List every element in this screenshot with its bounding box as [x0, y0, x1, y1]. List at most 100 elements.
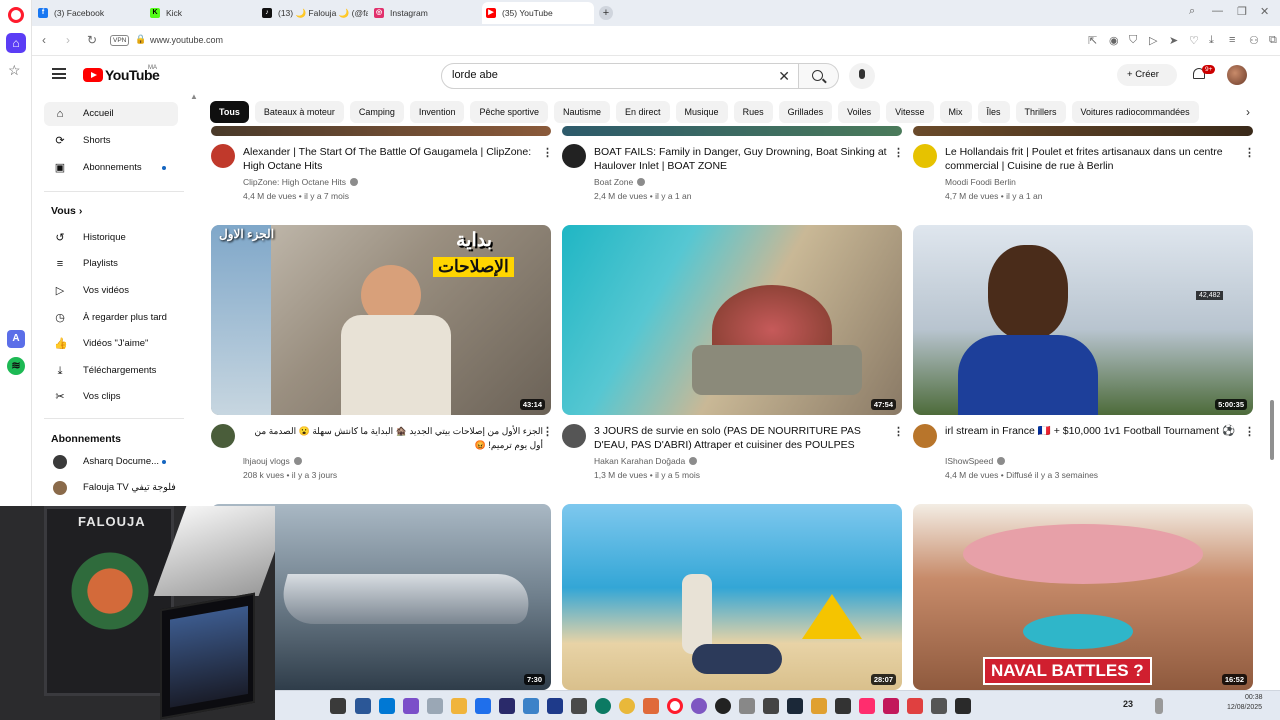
sidebar-item-home[interactable]: ⌂ Accueil — [44, 102, 178, 126]
hamburger-icon[interactable] — [52, 68, 66, 79]
download-icon[interactable]: ⤓ — [1209, 34, 1214, 47]
heart-icon[interactable]: ♡ — [1189, 34, 1199, 47]
edge-icon[interactable] — [595, 698, 611, 714]
app-icon[interactable] — [739, 698, 755, 714]
channel-name[interactable]: ClipZone: High Octane Hits — [243, 177, 358, 187]
forward-icon[interactable]: › — [66, 33, 70, 47]
mic-icon[interactable] — [849, 63, 875, 89]
chip-filter[interactable]: Thrillers — [1015, 101, 1066, 123]
reload-icon[interactable]: ↻ — [87, 33, 97, 47]
more-options-icon[interactable]: ⋮ — [893, 146, 904, 159]
app-icon[interactable] — [571, 698, 587, 714]
sidebar-sub-falouja[interactable]: Falouja TV فلوجة تيفي — [44, 476, 178, 500]
channel-avatar[interactable] — [211, 424, 235, 448]
sidebar-item-clips[interactable]: ✂ Vos clips — [44, 385, 178, 409]
sidebar-item-watch-later[interactable]: ◷ À regarder plus tard — [44, 306, 178, 330]
video-thumbnail[interactable] — [211, 126, 551, 136]
app-icon[interactable] — [523, 698, 539, 714]
create-button[interactable]: + Créer — [1117, 64, 1177, 86]
app-icon[interactable] — [427, 698, 443, 714]
chip-filter[interactable]: Bateaux à moteur — [254, 101, 344, 123]
video-thumbnail[interactable]: NAVAL BATTLES ? 16:52 — [913, 504, 1253, 690]
chip-filter[interactable]: Mix — [939, 101, 972, 123]
app-icon[interactable] — [379, 698, 395, 714]
chip-filter[interactable]: Voiles — [838, 101, 881, 123]
video-title[interactable]: Le Hollandais frit | Poulet et frites ar… — [945, 145, 1245, 173]
channel-name[interactable]: lhjaouj vlogs — [243, 456, 302, 466]
chip-all[interactable]: Tous — [210, 101, 249, 123]
tab-youtube[interactable]: ▶ (35) YouTube — [482, 2, 594, 24]
channel-name[interactable]: Moodi Foodi Berlin — [945, 177, 1016, 187]
page-scrollbar[interactable] — [1270, 400, 1274, 460]
sidebar-item-history[interactable]: ↺ Historique — [44, 226, 178, 250]
app-icon[interactable] — [907, 698, 923, 714]
spotify-icon[interactable]: ≋ — [7, 357, 25, 375]
app-icon[interactable] — [547, 698, 563, 714]
channel-avatar[interactable] — [562, 424, 586, 448]
sidebar-item-downloads[interactable]: ⤓ Téléchargements — [44, 359, 178, 383]
new-tab-button[interactable]: + — [599, 6, 613, 20]
channel-name[interactable]: Boat Zone — [594, 177, 646, 187]
chrome-icon[interactable] — [619, 698, 635, 714]
taskbar-counter[interactable]: 23 — [1123, 699, 1133, 709]
file-icon[interactable] — [330, 698, 346, 714]
youtube-logo-icon[interactable] — [83, 68, 103, 82]
app-icon[interactable] — [931, 698, 947, 714]
chip-filter[interactable]: Grillades — [778, 101, 833, 123]
tab-facebook[interactable]: f (3) Facebook — [34, 2, 144, 24]
tab-instagram[interactable]: ◎ Instagram — [370, 2, 480, 24]
video-thumbnail[interactable] — [562, 126, 902, 136]
more-options-icon[interactable]: ⋮ — [1244, 425, 1255, 438]
close-icon[interactable]: ✕ — [1260, 5, 1269, 18]
app-icon[interactable] — [715, 698, 731, 714]
chip-filter[interactable]: Îles — [977, 101, 1010, 123]
chip-filter[interactable]: Invention — [409, 101, 465, 123]
more-options-icon[interactable]: ⋮ — [1244, 146, 1255, 159]
chip-filter[interactable]: Camping — [349, 101, 404, 123]
chip-filter[interactable]: Pêche sportive — [470, 101, 548, 123]
channel-avatar[interactable] — [913, 144, 937, 168]
app-icon[interactable] — [403, 698, 419, 714]
chip-filter[interactable]: Voitures radiocommandées — [1071, 101, 1199, 123]
app-icon[interactable] — [1155, 698, 1163, 714]
chip-filter[interactable]: Rues — [733, 101, 773, 123]
video-title[interactable]: irl stream in France 🇫🇷 + $10,000 1v1 Fo… — [945, 424, 1245, 438]
sidebar-sub-asharq[interactable]: Asharq Docume... — [44, 450, 178, 474]
search-button[interactable] — [799, 63, 839, 89]
vpn-badge[interactable]: VPN — [110, 35, 130, 46]
opera-icon[interactable] — [667, 698, 683, 714]
channel-avatar[interactable] — [562, 144, 586, 168]
aria-icon[interactable]: A — [7, 330, 25, 348]
chevron-right-icon[interactable]: › — [1237, 101, 1259, 123]
premiere-icon[interactable] — [499, 698, 515, 714]
channel-avatar[interactable] — [211, 144, 235, 168]
video-title[interactable]: BOAT FAILS: Family in Danger, Guy Drowni… — [594, 145, 894, 173]
app-icon[interactable] — [835, 698, 851, 714]
taskbar-time[interactable]: 00:38 — [1245, 694, 1263, 701]
shield-icon[interactable]: ⛉ — [1129, 34, 1137, 47]
tiktok-icon[interactable] — [859, 698, 875, 714]
minimize-icon[interactable]: — — [1212, 5, 1223, 17]
sidebar-item-liked-videos[interactable]: 👍 Vidéos "J'aime" — [44, 332, 178, 356]
app-icon[interactable] — [883, 698, 899, 714]
video-thumbnail[interactable] — [913, 126, 1253, 136]
tab-tiktok[interactable]: ♪ (13) 🌙 Falouja 🌙 (@falo — [258, 2, 368, 24]
profile-icon[interactable]: ⚇ — [1249, 34, 1259, 47]
more-options-icon[interactable]: ⋮ — [542, 425, 553, 438]
channel-name[interactable]: Hakan Karahan Doğada — [594, 456, 698, 466]
video-title[interactable]: الجزء الأول من إصلاحات بيتي الجديد 🏚️ ال… — [243, 424, 543, 452]
video-thumbnail[interactable]: 47:54 — [562, 225, 902, 415]
send-icon[interactable]: ➤ — [1169, 34, 1178, 47]
more-options-icon[interactable]: ⋮ — [542, 146, 553, 159]
star-icon[interactable]: ☆ — [8, 62, 21, 79]
sidebar-item-your-videos[interactable]: ▷ Vos vidéos — [44, 279, 178, 303]
tab-kick[interactable]: K Kick — [146, 2, 256, 24]
video-thumbnail[interactable]: 28:07 — [562, 504, 902, 690]
brave-icon[interactable] — [643, 698, 659, 714]
back-icon[interactable]: ‹ — [42, 33, 46, 47]
chip-filter[interactable]: Nautisme — [554, 101, 611, 123]
chip-filter[interactable]: Musique — [675, 101, 728, 123]
channel-avatar[interactable] — [913, 424, 937, 448]
search-tabs-icon[interactable]: ⌕ — [1189, 5, 1195, 18]
share-icon[interactable]: ⇱ — [1088, 34, 1097, 47]
